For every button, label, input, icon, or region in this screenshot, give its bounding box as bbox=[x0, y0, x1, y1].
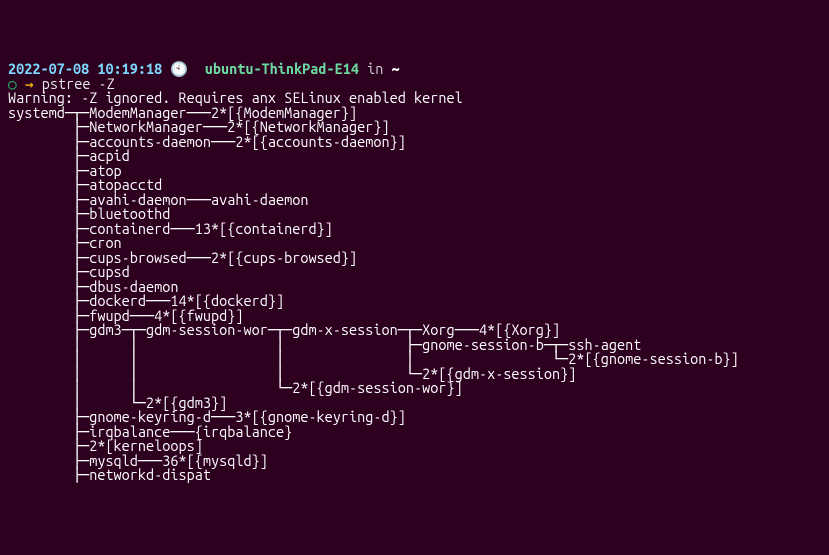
hostname: ubuntu-ThinkPad-E14 bbox=[205, 60, 359, 77]
clock-icon: 🕙 bbox=[170, 60, 188, 77]
tree-line: ├─networkd-dispat bbox=[8, 466, 211, 483]
in-word: in bbox=[367, 60, 383, 77]
terminal-screen[interactable]: 2022-07-08 10:19:18 🕙 ubuntu-ThinkPad-E1… bbox=[8, 62, 821, 483]
cwd: ~ bbox=[392, 60, 400, 77]
